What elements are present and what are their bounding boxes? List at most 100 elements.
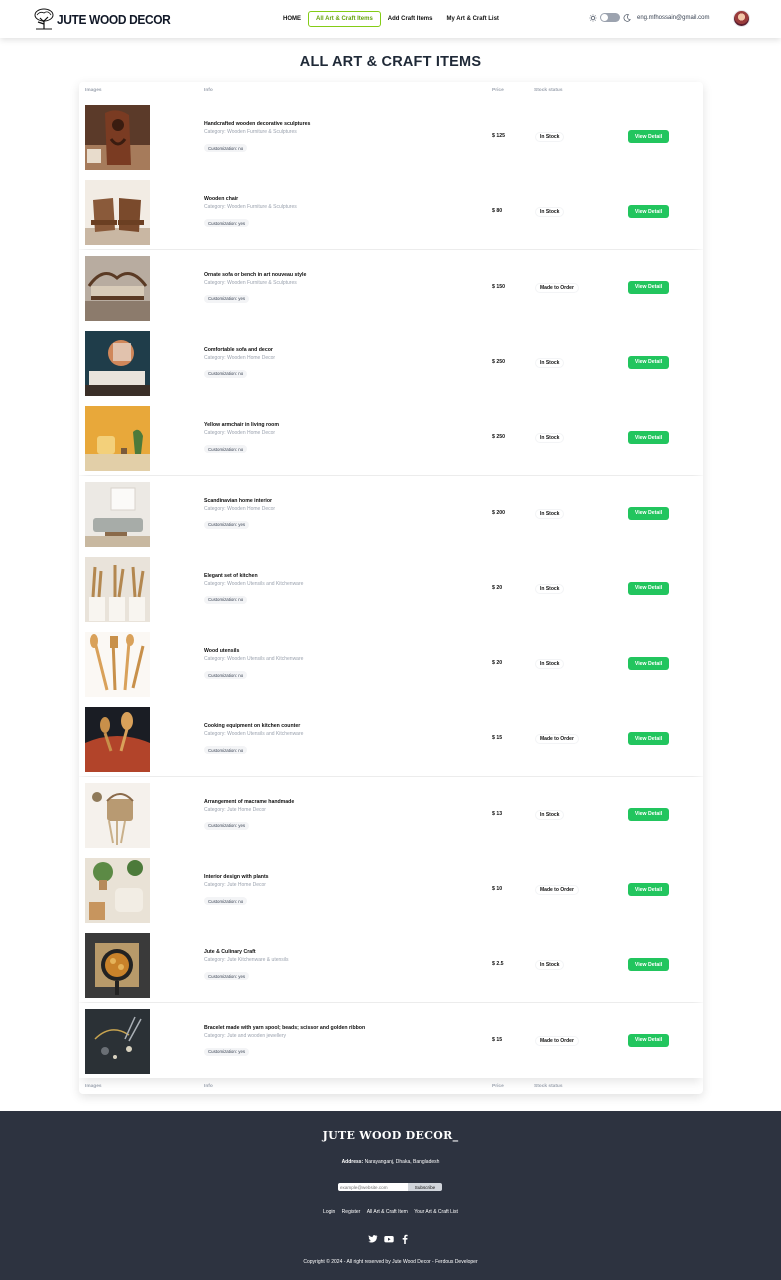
item-category: Category: Wooden Furniture & Sculptures <box>204 279 297 286</box>
item-name: Scandinavian home interior <box>204 497 273 504</box>
view-detail-button[interactable]: View Detail <box>628 657 669 671</box>
theme-switch[interactable] <box>600 13 620 22</box>
subscribe-form: Subscribe <box>338 1183 442 1191</box>
table-footer: Images Info Price Stock status <box>79 1080 703 1094</box>
stock-status-badge: Made to Order <box>535 282 579 293</box>
header-price: Price <box>492 88 504 93</box>
item-name: Comfortable sofa and decor <box>204 346 273 353</box>
footer-link-login[interactable]: Login <box>323 1209 335 1215</box>
nav-home[interactable]: HOME <box>276 12 308 26</box>
item-price: $ 200 <box>492 509 505 516</box>
social-icons <box>368 1231 410 1244</box>
item-name: Elegant set of kitchen <box>204 572 258 579</box>
footer-logo: JUTE WOOD DECOR_ <box>322 1129 459 1142</box>
twitter-icon[interactable] <box>368 1231 378 1243</box>
item-category: Category: Jute Home Decor <box>204 882 266 888</box>
address-label: Address: <box>341 1159 364 1165</box>
item-image <box>85 406 150 472</box>
subscribe-email-input[interactable] <box>338 1183 408 1191</box>
view-detail-button[interactable]: View Detail <box>628 581 669 595</box>
footer-link-all-items[interactable]: All Art & Craft Item <box>367 1209 408 1215</box>
view-detail-button[interactable]: View Detail <box>628 883 669 896</box>
nav-my-list[interactable]: My Art & Craft List <box>439 12 505 26</box>
stock-status-badge: In Stock <box>535 583 565 594</box>
item-name: Arrangement of macrame handmade <box>204 798 295 805</box>
table-row: Handcrafted wooden decorative sculptures… <box>79 99 703 174</box>
footer-header-price: Price <box>492 1084 504 1089</box>
item-image <box>85 481 150 547</box>
theme-toggle[interactable] <box>589 13 631 22</box>
stock-status-badge: In Stock <box>535 508 565 519</box>
header-info: Info <box>204 88 213 93</box>
item-price: $ 13 <box>492 810 503 817</box>
table-row: Elegant set of kitchen Category: Wooden U… <box>79 550 703 626</box>
view-detail-button[interactable]: View Detail <box>628 205 669 219</box>
footer-link-register[interactable]: Register <box>342 1209 361 1215</box>
stock-status-badge: In Stock <box>535 960 565 971</box>
user-email: eng.mfhossain@gmail.com <box>637 15 710 21</box>
footer-header-stock: Stock status <box>534 1084 563 1089</box>
item-price: $ 2.5 <box>492 961 504 968</box>
item-category: Category: Wooden Home Decor <box>204 354 276 361</box>
item-category: Category: Wooden Utensils and Kitchenwar… <box>204 731 304 738</box>
stock-status-badge: Made to Order <box>535 1035 579 1046</box>
item-image <box>85 330 150 396</box>
view-detail-button[interactable]: View Detail <box>628 130 669 143</box>
table-row: Interior design with plants Category: Jut… <box>79 852 703 927</box>
item-price: $ 20 <box>492 660 503 667</box>
item-name: Jute & Culinary Craft <box>204 949 256 956</box>
customization-badge: Customization: yes <box>204 520 250 529</box>
table-row: Scandinavian home interior Category: Wood… <box>79 475 703 551</box>
view-detail-button[interactable]: View Detail <box>628 355 669 369</box>
view-detail-button[interactable]: View Detail <box>628 431 669 445</box>
item-category: Category: Wooden Furniture & Sculptures <box>204 129 297 135</box>
item-price: $ 15 <box>492 735 503 742</box>
site-logo[interactable]: JUTE WOOD DECOR <box>32 7 180 31</box>
item-price: $ 250 <box>492 434 505 441</box>
youtube-icon[interactable] <box>384 1231 394 1243</box>
item-image <box>85 255 150 321</box>
user-avatar[interactable] <box>733 10 750 27</box>
item-price: $ 80 <box>492 208 503 215</box>
site-footer: JUTE WOOD DECOR_ Address: Narayanganj, D… <box>0 1111 781 1280</box>
item-image <box>85 180 150 246</box>
view-detail-button[interactable]: View Detail <box>628 958 669 972</box>
view-detail-button[interactable]: View Detail <box>628 732 669 746</box>
table-row: Arrangement of macrame handmade Category:… <box>79 776 703 852</box>
subscribe-button[interactable]: Subscribe <box>408 1183 442 1191</box>
item-image <box>85 1008 150 1074</box>
table-header: Images Info Price Stock status <box>79 84 703 98</box>
view-detail-button[interactable]: View Detail <box>628 807 669 821</box>
item-image <box>85 707 150 773</box>
tree-logo-icon <box>34 8 54 30</box>
customization-badge: Customization: no <box>204 897 248 905</box>
footer-header-info: Info <box>204 1084 213 1089</box>
stock-status-badge: In Stock <box>535 433 565 444</box>
view-detail-button[interactable]: View Detail <box>628 280 669 294</box>
nav-all-items[interactable]: All Art & Craft Items <box>308 11 381 27</box>
table-row: Wooden chair Category: Wooden Furniture &… <box>79 174 703 250</box>
address-text: Narayanganj, Dhaka, Bangladesh <box>364 1159 440 1165</box>
items-table: Images Info Price Stock status Handcraft… <box>79 82 703 1094</box>
header-images: Images <box>85 88 102 93</box>
footer-link-your-list[interactable]: Your Art & Craft List <box>414 1209 458 1215</box>
item-price: $ 150 <box>492 283 505 290</box>
item-price: $ 10 <box>492 886 503 892</box>
item-category: Category: Jute Kitchenware & utensils <box>204 957 289 964</box>
customization-badge: Customization: no <box>204 144 248 152</box>
view-detail-button[interactable]: View Detail <box>628 506 669 520</box>
facebook-icon[interactable] <box>400 1231 410 1244</box>
table-row: Jute & Culinary Craft Category: Jute Kitc… <box>79 927 703 1003</box>
customization-badge: Customization: yes <box>204 219 250 228</box>
item-price: $ 20 <box>492 584 503 591</box>
stock-status-badge: In Stock <box>535 357 565 368</box>
item-image <box>85 782 150 848</box>
nav-add-items[interactable]: Add Craft Items <box>381 12 440 26</box>
customization-badge: Customization: no <box>204 746 248 755</box>
footer-header-images: Images <box>85 1084 102 1089</box>
item-category: Category: Wooden Utensils and Kitchenwar… <box>204 656 304 663</box>
view-detail-button[interactable]: View Detail <box>628 1033 669 1047</box>
table-row: Wood utensils Category: Wooden Utensils a… <box>79 626 703 702</box>
footer-links: Login Register All Art & Craft Item Your… <box>0 1209 781 1215</box>
footer-address: Address: Narayanganj, Dhaka, Bangladesh <box>0 1159 781 1165</box>
